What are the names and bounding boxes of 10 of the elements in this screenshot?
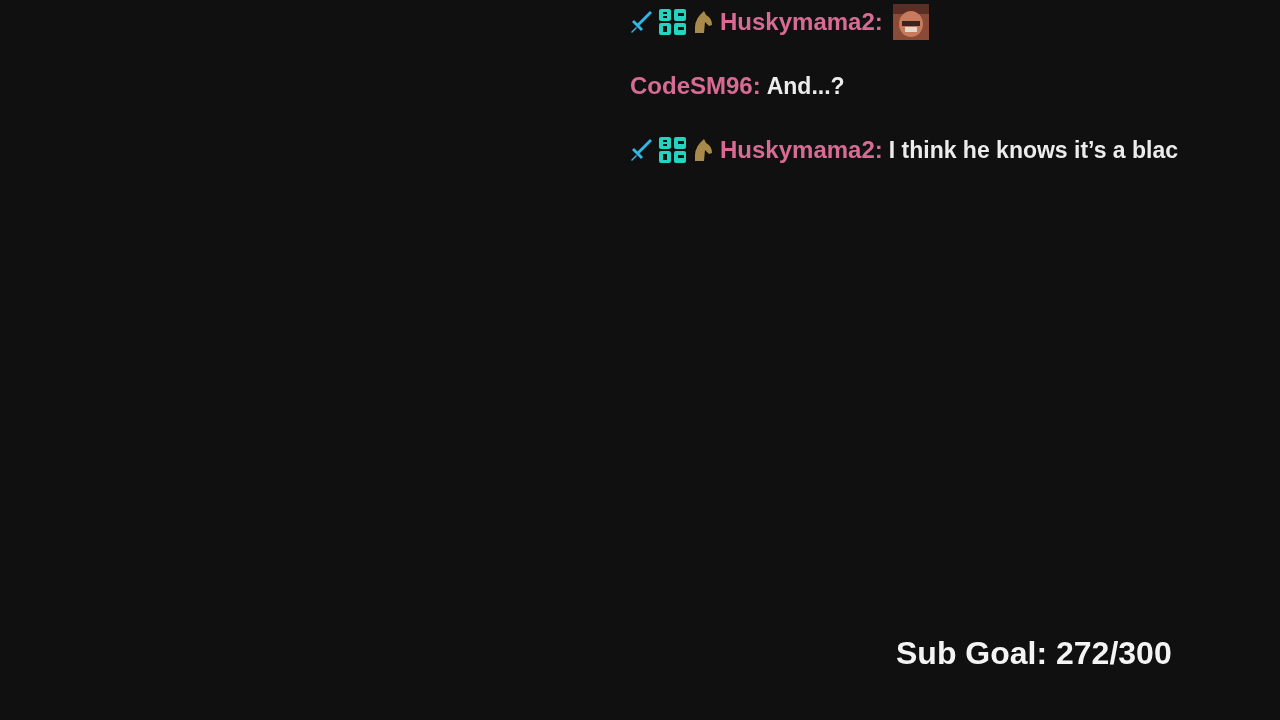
- horse-icon: [692, 137, 714, 163]
- horse-icon: [692, 9, 714, 35]
- username[interactable]: CodeSM96:: [630, 72, 761, 100]
- chat-message: I think he knows it’s a blac: [888, 136, 1179, 164]
- sub-goal-counter: Sub Goal: 272/300: [896, 635, 1172, 671]
- badge-icon: [658, 136, 688, 164]
- username[interactable]: Huskymama2:: [720, 136, 883, 164]
- username[interactable]: Huskymama2:: [720, 8, 883, 36]
- badge-icon: [658, 8, 688, 36]
- chat-message: And...?: [766, 72, 845, 100]
